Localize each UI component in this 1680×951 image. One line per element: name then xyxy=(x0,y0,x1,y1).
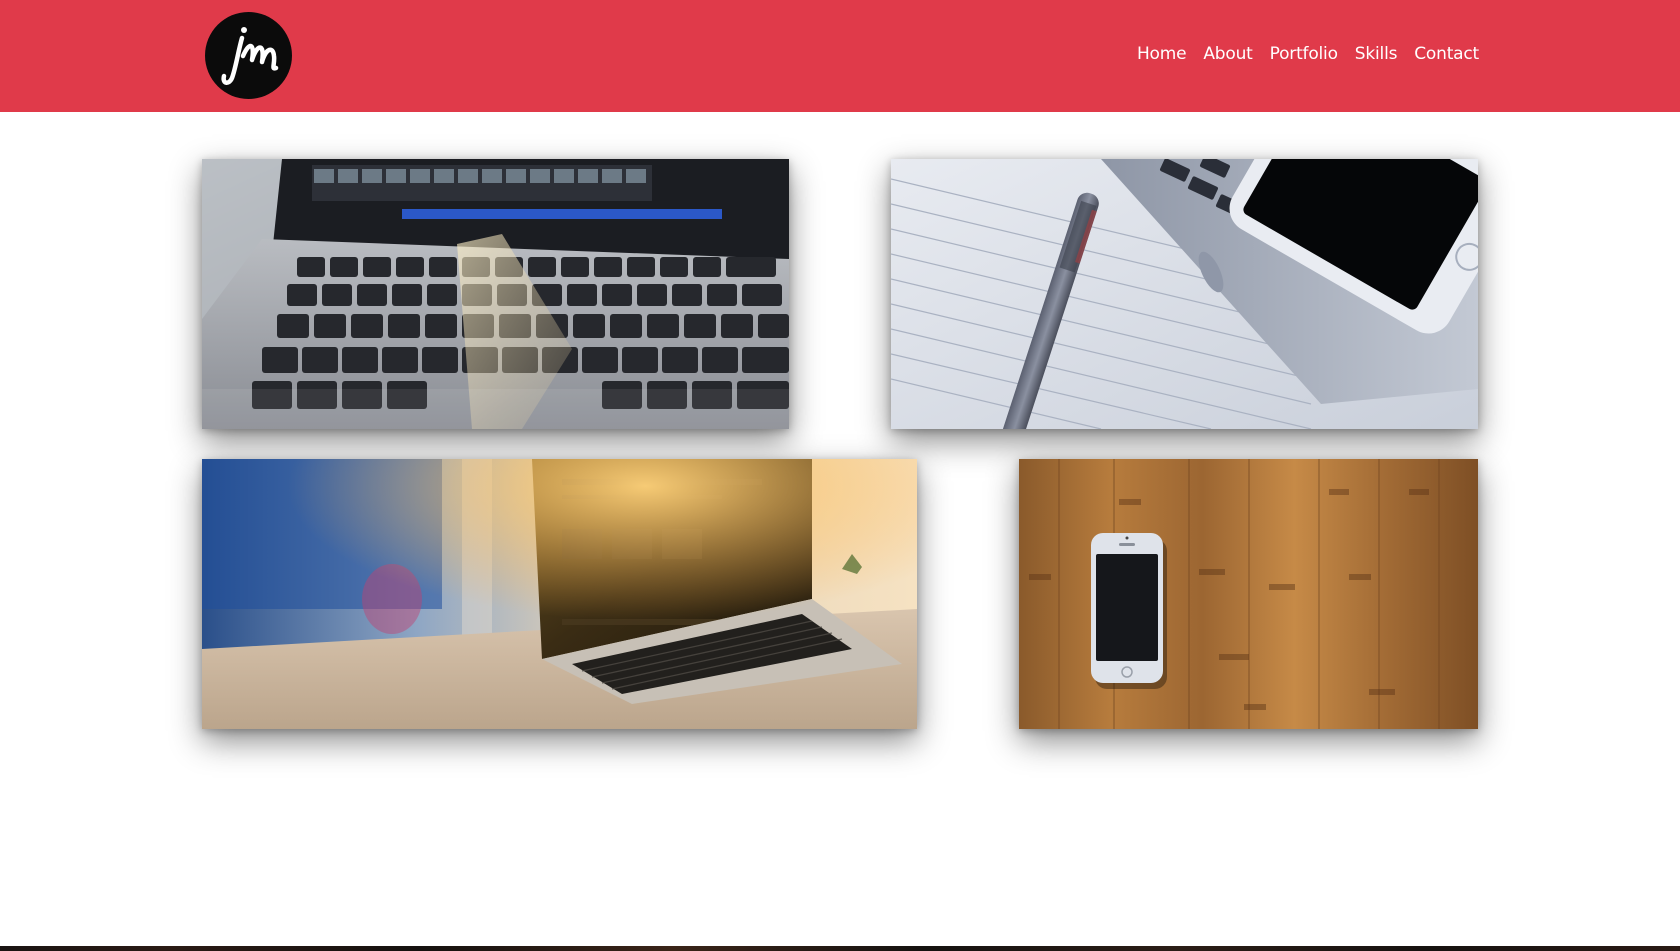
gallery-image-laptop-sunlight[interactable] xyxy=(202,459,917,729)
nav-link-about[interactable]: About xyxy=(1203,42,1252,66)
gallery-image-phone-on-wood[interactable] xyxy=(1019,459,1478,729)
nav-link-portfolio[interactable]: Portfolio xyxy=(1270,42,1338,66)
logo-icon[interactable] xyxy=(205,12,292,99)
gallery-image-laptop-keyboard[interactable] xyxy=(202,159,789,429)
nav-link-home[interactable]: Home xyxy=(1137,42,1187,66)
gallery-image-notebook-pen-phone[interactable] xyxy=(891,159,1478,429)
portfolio-page: Home About Portfolio Skills Contact xyxy=(0,0,1680,951)
main-nav: Home About Portfolio Skills Contact xyxy=(1137,42,1479,66)
footer-edge xyxy=(0,946,1680,951)
site-header: Home About Portfolio Skills Contact xyxy=(0,0,1680,112)
nav-link-skills[interactable]: Skills xyxy=(1355,42,1398,66)
nav-link-contact[interactable]: Contact xyxy=(1414,42,1479,66)
